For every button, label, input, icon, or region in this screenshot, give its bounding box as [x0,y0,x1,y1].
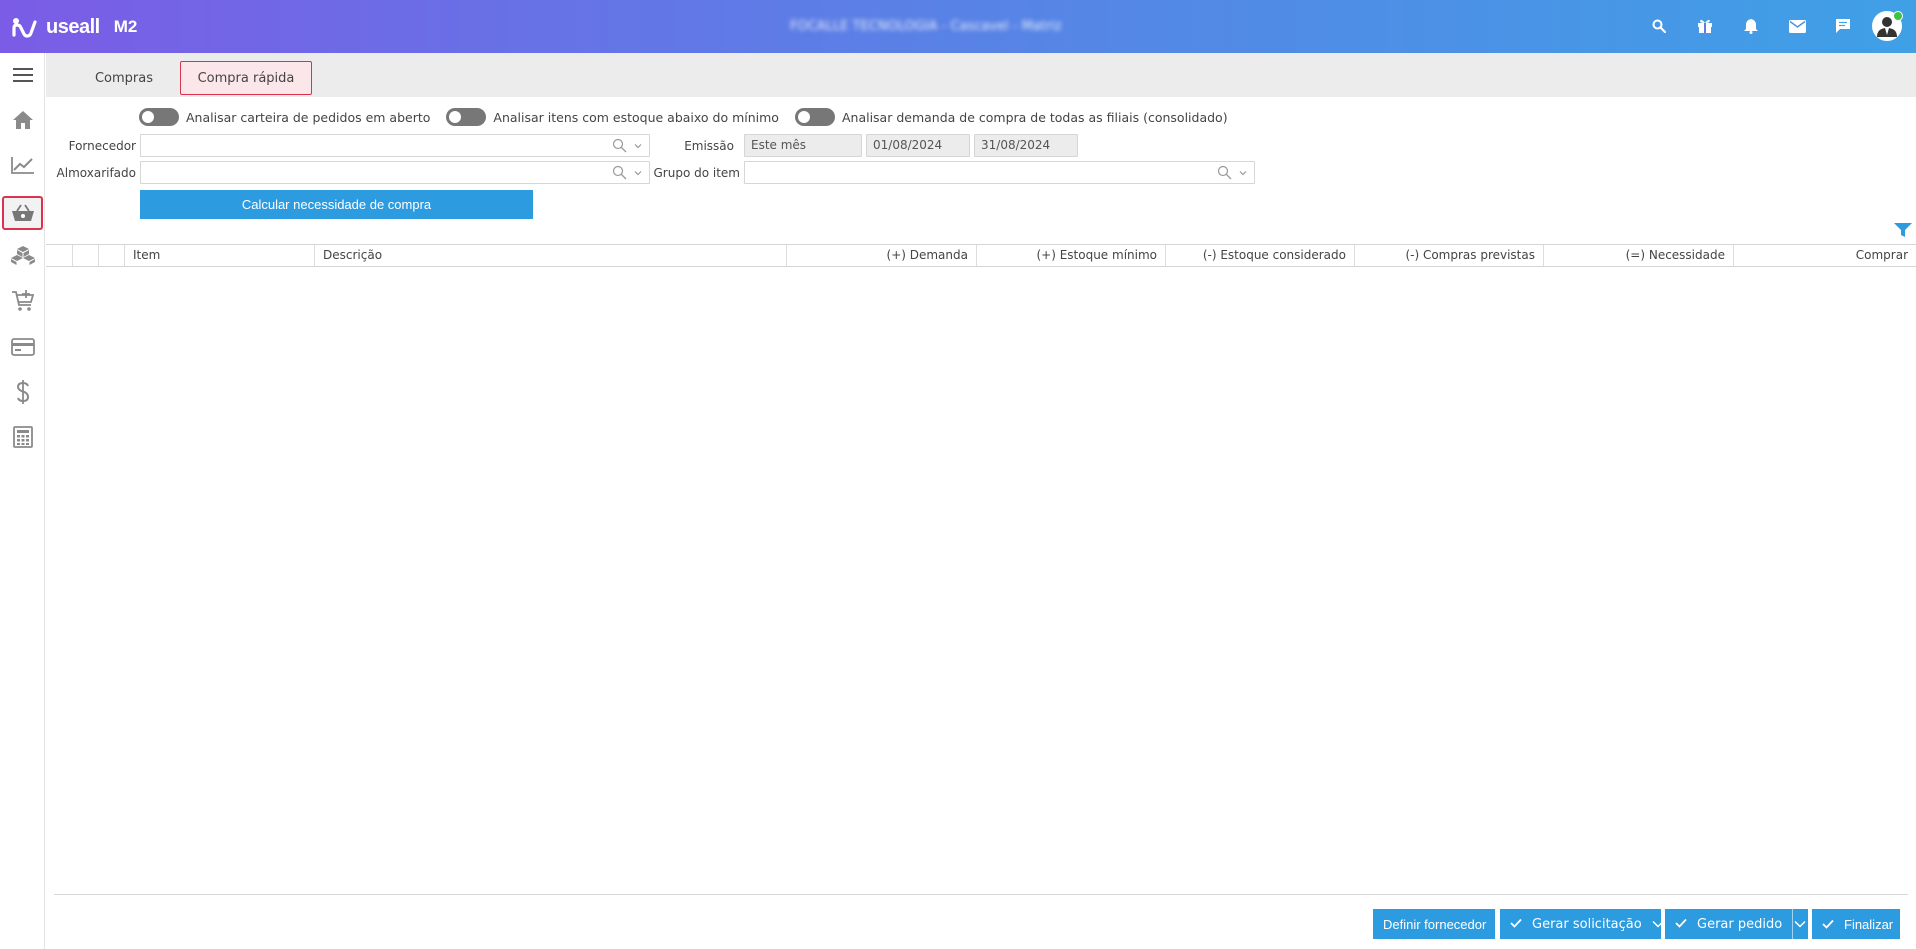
chart-icon [10,157,34,174]
col-comprar[interactable]: Comprar [1733,245,1916,266]
col-demanda[interactable]: (+) Demanda [786,245,976,266]
gerar-pedido-dropdown[interactable] [1793,909,1808,939]
sidebar-item-financeiro[interactable] [2,375,43,409]
filter-icon[interactable] [1894,223,1912,241]
chevron-down-icon[interactable] [1238,167,1248,181]
check-icon [1510,917,1522,932]
grupo-item-label: Grupo do item [653,166,741,180]
search-icon[interactable] [1636,10,1682,42]
home-icon [12,111,33,129]
grid-expand-column[interactable] [98,245,124,266]
check-icon [1822,917,1834,932]
search-icon[interactable] [1217,165,1232,183]
tab-compras[interactable]: Compras [68,61,180,95]
menu-icon [12,68,33,82]
definir-fornecedor-label: Definir fornecedor [1383,916,1487,932]
sidebar-item-vendas[interactable] [2,284,43,318]
fornecedor-label: Fornecedor [68,139,136,153]
mail-icon[interactable] [1774,10,1820,42]
col-descricao[interactable]: Descrição [314,245,786,266]
emissao-period-field[interactable]: Este mês [744,134,862,157]
tab-strip: Compras Compra rápida [46,53,1916,97]
calcular-necessidade-button[interactable]: Calcular necessidade de compra [140,190,533,219]
emissao-start-date[interactable]: 01/08/2024 [866,134,970,157]
bell-icon[interactable] [1728,10,1774,42]
toggle-todas-filiais[interactable] [794,108,835,126]
brand-name: useall [46,15,100,38]
avatar[interactable] [1872,11,1903,41]
online-status-dot [1893,11,1903,21]
search-icon[interactable] [612,165,627,183]
basket-icon [11,204,34,221]
col-compras-previstas[interactable]: (-) Compras previstas [1354,245,1543,266]
sidebar-item-contabil[interactable] [2,420,43,454]
chevron-down-icon [1794,920,1806,928]
card-icon [10,338,35,356]
sidebar-item-home[interactable] [2,103,43,137]
app-logo[interactable]: useall M2 [12,14,137,40]
toggle-carteira-pedidos[interactable] [139,108,179,126]
sidebar [0,53,45,949]
calculator-icon [12,426,33,448]
gift-icon[interactable] [1682,10,1728,42]
finalizar-label: Finalizar [1844,916,1894,932]
toggle-estoque-minimo[interactable] [446,108,487,126]
chat-icon[interactable] [1820,10,1866,42]
sidebar-item-financeiro-cartao[interactable] [2,330,43,364]
boxes-icon [10,246,35,265]
grupo-item-input[interactable] [744,161,1255,184]
emissao-end-date[interactable]: 31/08/2024 [974,134,1078,157]
useall-logo-icon [12,16,38,38]
almoxarifado-label: Almoxarifado [56,166,136,180]
company-name[interactable]: FOCALLE TECNOLOGIA - Cascavel - Matriz [790,19,1062,34]
toggle-todas-filiais-label: Analisar demanda de compra de todas as f… [841,109,1228,125]
fornecedor-input[interactable] [140,134,650,157]
check-icon [1675,917,1687,932]
col-estoque-minimo[interactable]: (+) Estoque mínimo [976,245,1165,266]
toggle-carteira-pedidos-label: Analisar carteira de pedidos em aberto [186,109,431,125]
chevron-down-icon [1652,920,1664,928]
grid-select-column[interactable] [72,245,98,266]
analysis-toggles: Analisar carteira de pedidos em aberto A… [139,108,1244,126]
finalizar-button[interactable]: Finalizar [1812,909,1900,939]
definir-fornecedor-button[interactable]: Definir fornecedor [1373,909,1495,939]
sidebar-item-dashboard[interactable] [2,148,43,182]
sidebar-item-estoque[interactable] [2,238,43,272]
gerar-solicitacao-dropdown[interactable] [1652,909,1664,939]
col-estoque-considerado[interactable]: (-) Estoque considerado [1165,245,1354,266]
grid-header: Item Descrição (+) Demanda (+) Estoque m… [46,244,1916,267]
toggle-estoque-minimo-label: Analisar itens com estoque abaixo do mín… [493,109,779,125]
sidebar-menu-toggle[interactable] [2,58,43,92]
gerar-pedido-button[interactable]: Gerar pedido [1687,917,1792,932]
tab-compra-rapida[interactable]: Compra rápida [180,61,312,95]
chevron-down-icon[interactable] [633,140,643,154]
gerar-solicitacao-button[interactable]: Gerar solicitação [1522,917,1652,932]
search-icon[interactable] [612,138,627,156]
top-bar: useall M2 FOCALLE TECNOLOGIA - Cascavel … [0,0,1916,53]
gerar-solicitacao-button-group: Gerar solicitação [1500,909,1664,939]
emissao-label: Emissão [684,139,734,153]
dollar-icon [16,380,29,404]
almoxarifado-input[interactable] [140,161,650,184]
gerar-pedido-button-group: Gerar pedido [1665,909,1808,939]
footer-divider [54,894,1908,895]
cart-add-icon [11,290,34,311]
product-name: M2 [113,17,138,36]
col-necessidade[interactable]: (=) Necessidade [1543,245,1733,266]
col-item[interactable]: Item [124,245,314,266]
sidebar-item-compras[interactable] [2,196,43,230]
chevron-down-icon[interactable] [633,167,643,181]
